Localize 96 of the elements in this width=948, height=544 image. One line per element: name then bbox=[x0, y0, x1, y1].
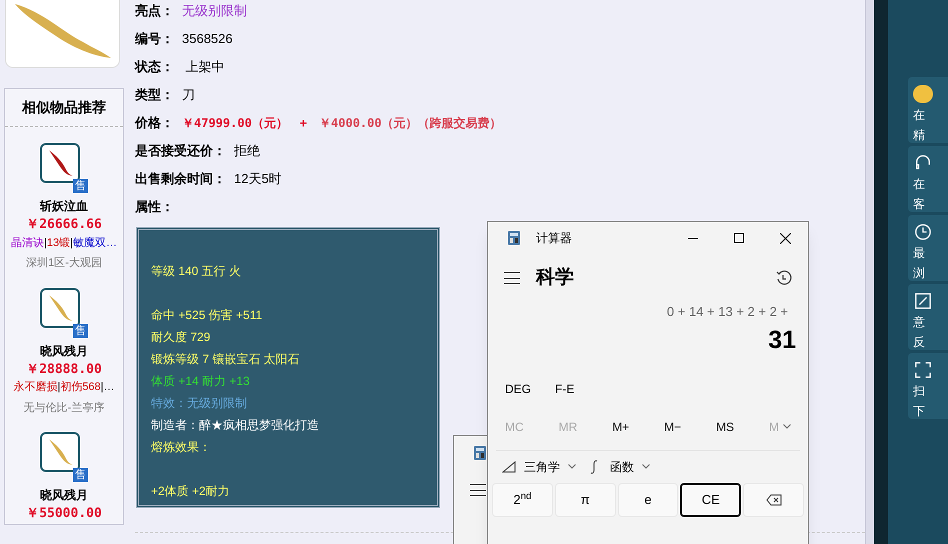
chevron-down-icon bbox=[568, 464, 576, 469]
side-label: 扫 bbox=[913, 383, 926, 399]
history-icon[interactable] bbox=[776, 270, 792, 286]
side-label: 浏 bbox=[913, 265, 926, 281]
attribute-line: 体质 +14 耐力 +13 bbox=[151, 373, 251, 390]
field-value: 12天5时 bbox=[234, 170, 282, 188]
item-tag: | bbox=[70, 234, 73, 251]
field-value: 刀 bbox=[182, 86, 195, 104]
side-label: 反 bbox=[913, 334, 926, 350]
memory-button[interactable]: MS bbox=[716, 418, 734, 436]
item-tag: 初伤568 bbox=[60, 379, 101, 396]
headset-icon bbox=[913, 154, 933, 172]
attribute-line: 制造者：醉★疯相思梦强化打造 bbox=[151, 417, 320, 434]
side-card[interactable]: 最 浏 bbox=[908, 215, 948, 281]
attribute-line: 命中 +525 伤害 +511 bbox=[151, 307, 264, 324]
plus-sign: + bbox=[300, 115, 308, 132]
attribute-line: 特效：无级别限制 bbox=[151, 395, 248, 412]
close-icon bbox=[780, 232, 790, 244]
clock-icon bbox=[913, 223, 933, 241]
item-price: ￥55000.00 bbox=[26, 505, 102, 523]
attribute-line: 耐久度 729 bbox=[151, 329, 212, 346]
attribute-line: +2体质 +2耐力 bbox=[151, 483, 231, 500]
field-value: 上架中 bbox=[184, 58, 225, 76]
side-card[interactable]: 在 精 bbox=[908, 77, 948, 143]
side-label: 最 bbox=[913, 245, 926, 261]
field-label: 是否接受还价： bbox=[135, 142, 226, 160]
item-tag: | bbox=[57, 379, 60, 396]
chevron-down-icon bbox=[642, 464, 650, 469]
mode-title: 科学 bbox=[536, 266, 574, 290]
sale-badge: 售 bbox=[73, 468, 88, 482]
item-price: ￥26666.66 bbox=[26, 216, 102, 234]
side-label: 意 bbox=[913, 314, 926, 330]
result-display: 31 bbox=[768, 324, 797, 356]
item-name[interactable]: 晓风残月 bbox=[40, 342, 88, 360]
side-label: 客 bbox=[913, 196, 926, 212]
server-name: 深圳1区-大观园 bbox=[26, 256, 102, 271]
chevron-down-icon bbox=[782, 424, 791, 429]
field-value: 3568526 bbox=[182, 30, 233, 48]
mode-toggle[interactable]: F-E bbox=[555, 380, 574, 398]
sale-badge: 售 bbox=[73, 179, 88, 193]
panel-title: 相似物品推荐 bbox=[5, 89, 123, 127]
trig-dropdown[interactable]: 三角学 bbox=[502, 458, 576, 476]
memory-button[interactable]: M+ bbox=[612, 418, 630, 436]
scan-icon bbox=[913, 361, 933, 379]
side-card[interactable]: 意 反 bbox=[908, 284, 948, 350]
field-label: 属性： bbox=[135, 198, 174, 216]
item-tag: 13锻 bbox=[46, 234, 70, 251]
field-value: 拒绝 bbox=[234, 142, 260, 160]
side-label: 精 bbox=[913, 127, 926, 143]
field-label: 出售剩余时间： bbox=[135, 170, 226, 188]
field-label: 类型： bbox=[135, 86, 174, 104]
side-label: 在 bbox=[913, 107, 926, 123]
item-name[interactable]: 斩妖泣血 bbox=[40, 197, 88, 215]
triangle-icon bbox=[502, 460, 516, 472]
item-tag: 晶清诀 bbox=[11, 234, 44, 251]
function-icon bbox=[590, 460, 598, 474]
field-label: 价格： bbox=[135, 114, 174, 132]
expression-text: 0 + 14 + 13 + 2 + 2 + bbox=[666, 303, 789, 321]
memory-button[interactable]: M− bbox=[664, 418, 682, 436]
menu-icon[interactable] bbox=[470, 484, 486, 496]
field-label: 状态： bbox=[135, 58, 174, 76]
side-card[interactable]: 在 客 bbox=[908, 146, 948, 212]
function-dropdown[interactable]: 函数 bbox=[590, 458, 650, 476]
calculator-icon bbox=[508, 231, 520, 245]
side-card[interactable]: 扫 下 bbox=[908, 353, 948, 419]
menu-icon[interactable] bbox=[504, 272, 520, 284]
calculator-icon bbox=[474, 446, 486, 460]
sale-badge: 售 bbox=[73, 324, 88, 338]
field-label: 亮点： bbox=[135, 2, 174, 20]
attribute-line: 熔炼效果： bbox=[151, 439, 212, 456]
avatar-icon bbox=[913, 85, 933, 103]
item-tag: 永不磨损 bbox=[13, 379, 58, 396]
attribute-line: 等级 140 五行 火 bbox=[151, 263, 242, 280]
window-title: 计算器 bbox=[536, 230, 572, 247]
item-tag: 敏魔双… bbox=[72, 234, 117, 251]
calc-key[interactable] bbox=[743, 482, 804, 516]
mode-toggle[interactable]: DEG bbox=[505, 380, 532, 398]
item-tag: | bbox=[44, 234, 47, 251]
field-value: 无级别限制 bbox=[182, 2, 247, 20]
edit-icon bbox=[913, 292, 933, 310]
calc-key[interactable]: e bbox=[618, 482, 678, 516]
backspace-icon bbox=[766, 494, 782, 506]
field-label: 编号： bbox=[135, 30, 174, 48]
calc-key[interactable]: CE bbox=[680, 482, 742, 516]
maximize-icon bbox=[734, 233, 744, 243]
server-name: 无与伦比-兰亭序 bbox=[24, 400, 104, 416]
item-price: ￥28888.00 bbox=[26, 360, 102, 378]
calc-key[interactable]: 2$^{nd}$ bbox=[492, 482, 553, 516]
item-name[interactable]: 晓风残月 bbox=[40, 486, 88, 504]
fee-value: ￥4000.00（元）（跨服交易费） bbox=[319, 115, 502, 132]
price-value: ￥47999.00（元） bbox=[182, 115, 288, 132]
item-tag: |… bbox=[100, 379, 115, 396]
side-label: 下 bbox=[913, 403, 926, 419]
calc-key[interactable]: π bbox=[554, 482, 616, 516]
side-label: 在 bbox=[913, 176, 926, 192]
attribute-line: 锻炼等级 7 镶嵌宝石 太阳石 bbox=[151, 351, 301, 368]
